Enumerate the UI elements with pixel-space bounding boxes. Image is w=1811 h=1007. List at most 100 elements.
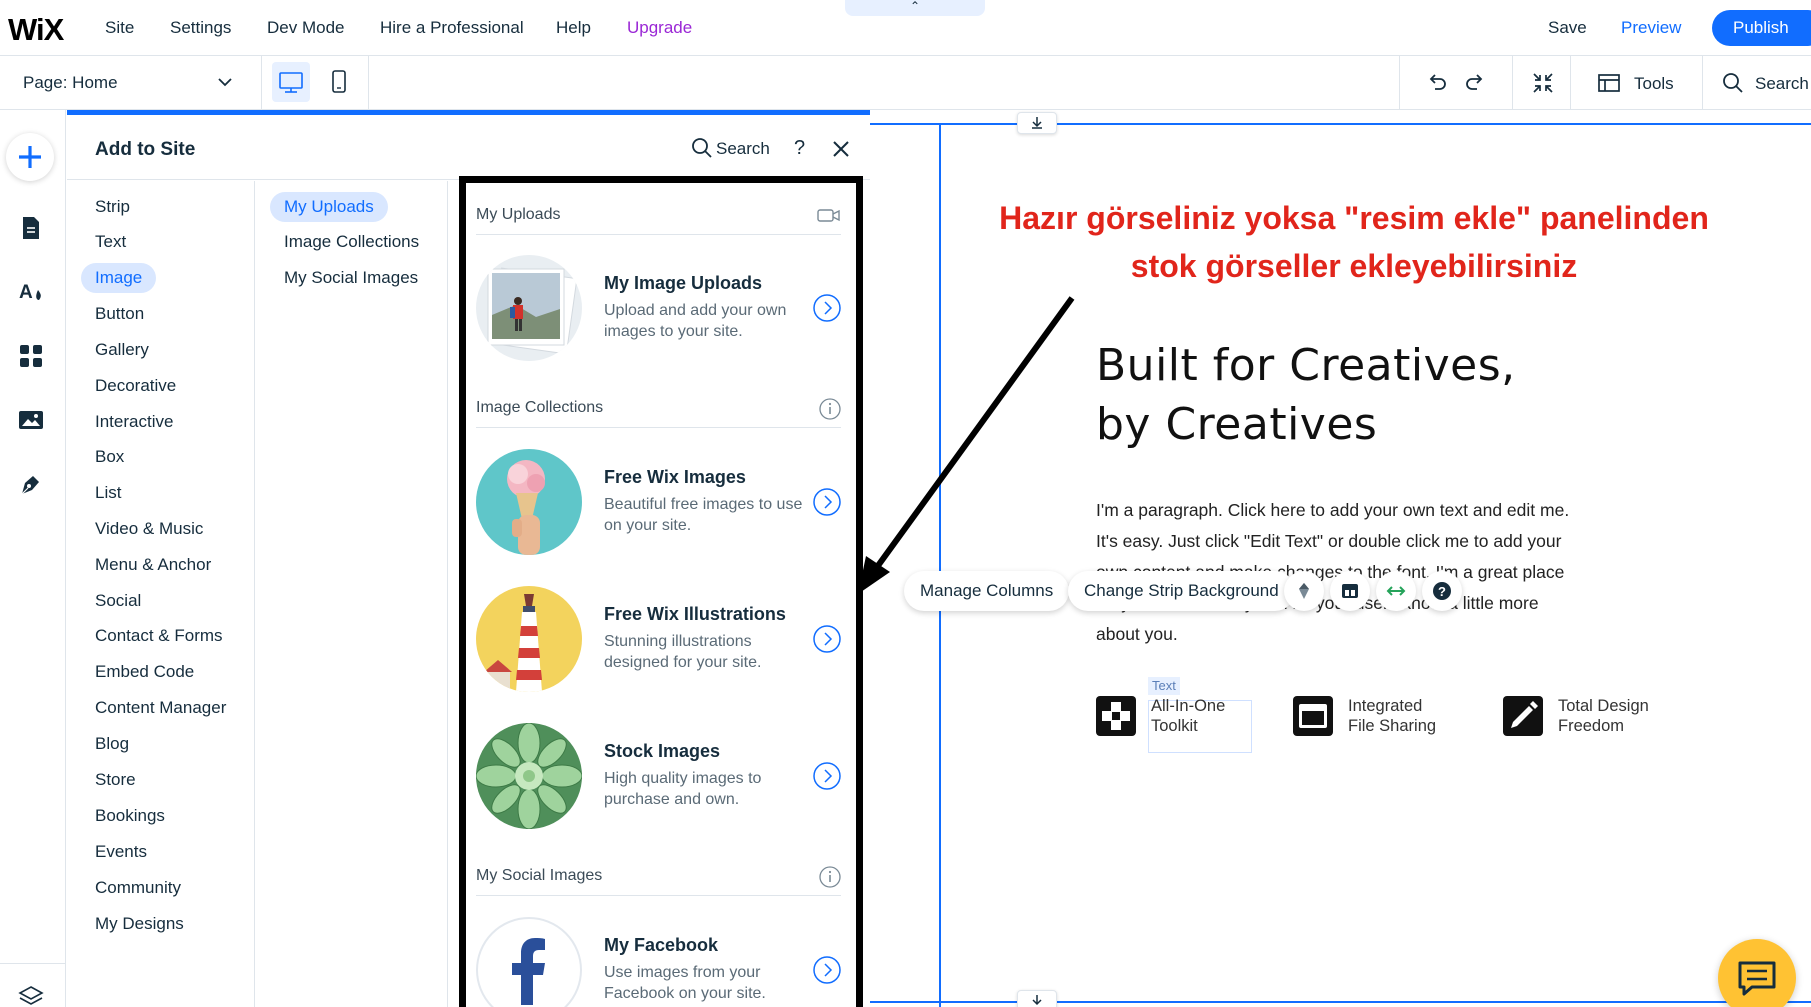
search-icon[interactable] (690, 136, 714, 160)
chevron-up-icon: ⌃ (909, 0, 921, 13)
chevron-right-circle-icon[interactable] (812, 487, 842, 517)
category-image[interactable]: Image (81, 263, 157, 293)
category-bookings[interactable]: Bookings (95, 801, 165, 831)
category-video-music[interactable]: Video & Music (95, 514, 203, 544)
info-icon[interactable] (819, 866, 841, 888)
close-icon[interactable] (831, 139, 851, 159)
redo-icon[interactable] (1462, 70, 1488, 96)
publish-button[interactable]: Publish (1712, 10, 1811, 46)
collapse-topbar-tab[interactable]: ⌃ (845, 0, 985, 16)
category-social[interactable]: Social (95, 586, 141, 616)
animation-button[interactable] (1284, 571, 1324, 611)
page-prefix: Page: (23, 73, 68, 92)
grid-icon (1096, 696, 1136, 736)
category-list[interactable]: List (95, 478, 121, 508)
info-icon[interactable] (819, 398, 841, 420)
category-text[interactable]: Text (95, 227, 126, 257)
category-decorative[interactable]: Decorative (95, 371, 176, 401)
card-my-image-uploads[interactable]: My Image Uploads Upload and add your own… (476, 249, 846, 367)
theme-icon[interactable]: A (18, 279, 44, 305)
category-contact-forms[interactable]: Contact & Forms (95, 621, 223, 651)
stretch-icon (1386, 586, 1406, 596)
menu-hire-a-professional[interactable]: Hire a Professional (380, 18, 524, 38)
category-menu-anchor[interactable]: Menu & Anchor (95, 550, 211, 580)
editor-canvas[interactable]: Hazır görseliniz yoksa "resim ekle" pane… (870, 110, 1811, 1007)
pages-icon[interactable] (18, 215, 44, 241)
feature-label: Integrated File Sharing (1348, 696, 1468, 736)
category-embed-code[interactable]: Embed Code (95, 657, 194, 687)
section-header-image-collections: Image Collections (476, 388, 841, 428)
category-strip[interactable]: Strip (95, 192, 130, 222)
section-header-my-social-images: My Social Images (476, 856, 841, 896)
annotation-line: Hazır görseliniz yoksa "resim ekle" pane… (999, 200, 1709, 236)
panel-search-button[interactable]: Search (716, 139, 770, 159)
tools-button[interactable]: Tools (1634, 74, 1674, 94)
chat-button[interactable] (1718, 939, 1796, 1007)
subcategory-my-social-images[interactable]: My Social Images (284, 263, 418, 293)
category-my-designs[interactable]: My Designs (95, 909, 184, 939)
card-description: Stunning illustrations designed for your… (604, 633, 762, 671)
subcategory-my-uploads[interactable]: My Uploads (270, 192, 388, 222)
card-free-wix-illustrations[interactable]: Free Wix Illustrations Stunning illustra… (476, 580, 846, 698)
change-strip-background-button[interactable]: Change Strip Background (1068, 571, 1295, 611)
layout-button[interactable] (1330, 571, 1370, 611)
search-icon[interactable] (1720, 70, 1746, 96)
hero-title[interactable]: Built for Creatives, by Creatives (1096, 336, 1516, 454)
mobile-view-button[interactable] (320, 62, 358, 102)
search-button[interactable]: Search (1755, 74, 1809, 94)
stretch-button[interactable] (1376, 571, 1416, 611)
zoom-out-icon[interactable] (1530, 70, 1556, 96)
chevron-right-circle-icon[interactable] (812, 624, 842, 654)
desktop-view-button[interactable] (272, 62, 310, 102)
card-description: Beautiful free images to use on your sit… (604, 496, 803, 534)
strip-resize-handle[interactable] (1017, 112, 1057, 134)
chevron-right-circle-icon[interactable] (812, 761, 842, 791)
card-description: Use images from your Facebook on your si… (604, 964, 766, 1002)
menu-dev-mode[interactable]: Dev Mode (267, 18, 344, 38)
card-my-facebook[interactable]: My Facebook Use images from your Faceboo… (476, 911, 846, 1007)
menu-settings[interactable]: Settings (170, 18, 231, 38)
mobile-icon (332, 70, 346, 93)
manage-columns-button[interactable]: Manage Columns (904, 571, 1070, 611)
layout-icon (1342, 584, 1358, 598)
tools-icon[interactable] (1596, 70, 1622, 96)
pen-icon (1503, 696, 1543, 736)
category-box[interactable]: Box (95, 442, 124, 472)
preview-button[interactable]: Preview (1621, 18, 1681, 38)
save-button[interactable]: Save (1548, 18, 1587, 38)
svg-text:A: A (19, 282, 33, 303)
media-icon[interactable] (18, 407, 44, 433)
category-content-manager[interactable]: Content Manager (95, 693, 226, 723)
add-elements-button[interactable] (6, 133, 54, 181)
menu-upgrade[interactable]: Upgrade (627, 18, 692, 38)
card-free-wix-images[interactable]: Free Wix Images Beautiful free images to… (476, 443, 846, 561)
category-store[interactable]: Store (95, 765, 136, 795)
feature-line: All-In-One (1151, 697, 1226, 715)
category-blog[interactable]: Blog (95, 729, 129, 759)
wix-logo[interactable]: WiX (8, 12, 64, 48)
category-gallery[interactable]: Gallery (95, 335, 149, 365)
video-camera-icon[interactable] (817, 205, 841, 225)
menu-help[interactable]: Help (556, 18, 591, 38)
divider (368, 56, 369, 110)
strip-resize-handle[interactable] (1017, 990, 1057, 1007)
blog-pen-icon[interactable] (18, 471, 44, 497)
card-description: Upload and add your own images to your s… (604, 302, 787, 340)
menu-site[interactable]: Site (105, 18, 134, 38)
chevron-right-circle-icon[interactable] (812, 955, 842, 985)
category-interactive[interactable]: Interactive (95, 407, 173, 437)
undo-icon[interactable] (1424, 70, 1450, 96)
card-title: My Image Uploads (604, 273, 763, 293)
category-events[interactable]: Events (95, 837, 147, 867)
chevron-right-circle-icon[interactable] (812, 293, 842, 323)
category-community[interactable]: Community (95, 873, 181, 903)
help-button[interactable]: ? (1422, 571, 1462, 611)
apps-icon[interactable] (18, 343, 44, 369)
help-button[interactable]: ? (794, 137, 805, 160)
layers-icon[interactable] (18, 983, 44, 1007)
image-options-list: My Uploads My Image Uploads Upload and a… (459, 176, 863, 1007)
card-stock-images[interactable]: Stock Images High quality images to purc… (476, 717, 846, 835)
subcategory-image-collections[interactable]: Image Collections (284, 227, 419, 257)
category-button[interactable]: Button (95, 299, 144, 329)
page-selector[interactable]: Page: Home (0, 56, 262, 110)
